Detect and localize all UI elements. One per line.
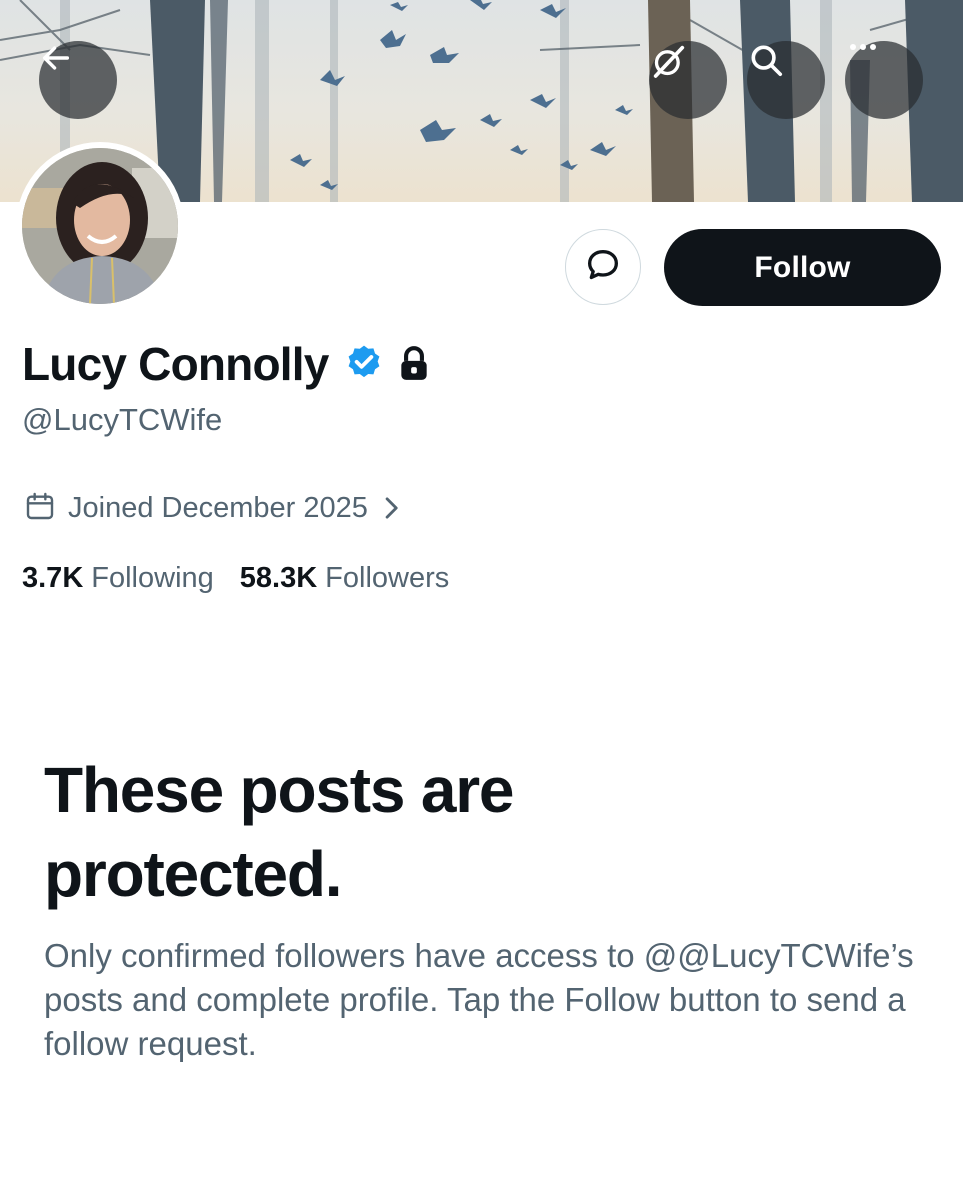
message-bubble-icon — [583, 245, 623, 290]
following-link[interactable]: 3.7K Following — [22, 562, 214, 595]
follow-button[interactable]: Follow — [664, 229, 941, 306]
lock-icon — [397, 345, 431, 383]
joined-date[interactable]: Joined December 2025 — [24, 488, 400, 528]
grok-button[interactable] — [649, 41, 727, 119]
search-button[interactable] — [747, 41, 825, 119]
message-button[interactable] — [565, 229, 641, 305]
profile-avatar[interactable] — [16, 142, 184, 310]
more-button[interactable] — [845, 41, 923, 119]
followers-count: 58.3K — [239, 561, 318, 594]
chevron-right-icon — [382, 495, 400, 521]
back-button[interactable] — [39, 41, 117, 119]
following-count: 3.7K — [22, 561, 84, 594]
protected-description: Only confirmed followers have access to … — [44, 937, 914, 1062]
display-name-row: Lucy Connolly — [22, 333, 431, 395]
followers-label: Followers — [325, 561, 450, 594]
calendar-icon — [24, 490, 56, 527]
followers-link[interactable]: 58.3K Followers — [240, 562, 449, 595]
avatar-image — [22, 148, 178, 304]
verified-badge-icon[interactable] — [343, 343, 385, 385]
follow-stats: 3.7K Following 58.3K Followers — [22, 558, 449, 598]
profile-handle: @LucyTCWife — [22, 402, 223, 437]
protected-title: These posts are protected. — [44, 754, 515, 910]
joined-text: Joined December 2025 — [68, 491, 368, 524]
display-name: Lucy Connolly — [22, 338, 329, 390]
following-label: Following — [91, 561, 214, 594]
